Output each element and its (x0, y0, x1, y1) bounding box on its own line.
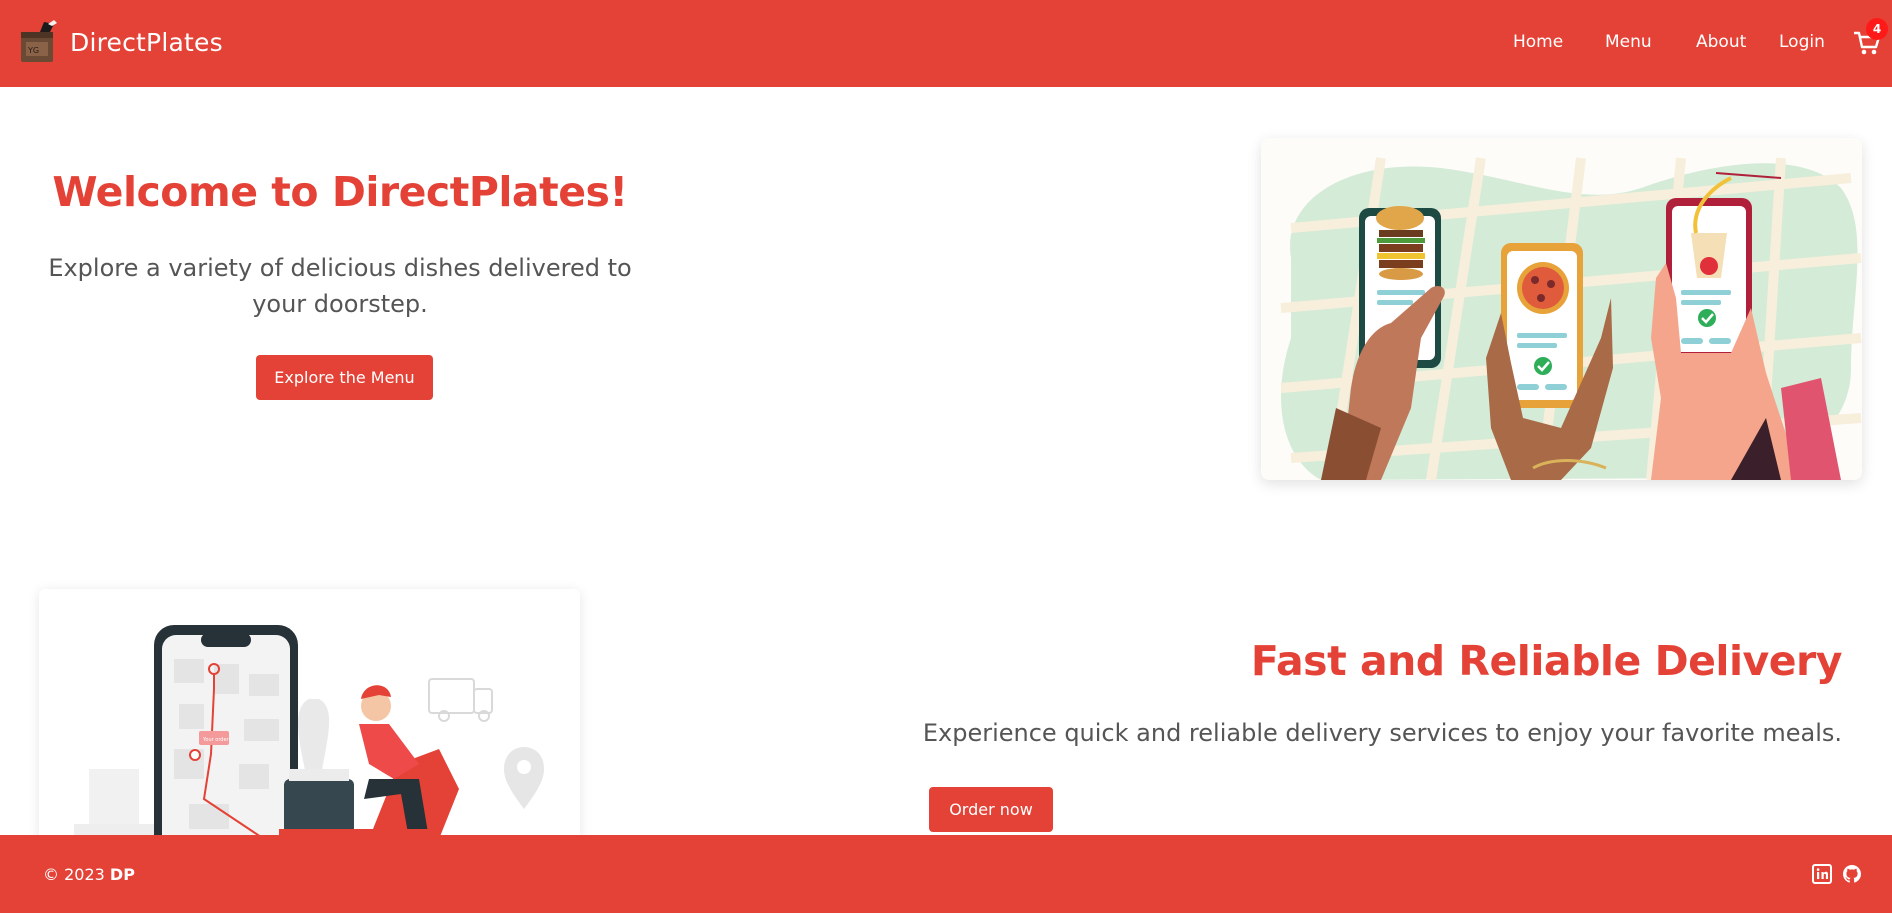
cart-count-badge: 4 (1866, 18, 1888, 40)
svg-text:YG: YG (27, 46, 39, 55)
footer: © 2023 DP (0, 835, 1892, 913)
navbar: YG DirectPlates Home Menu About Login 4 (0, 0, 1892, 87)
nav-login[interactable]: Login (1779, 30, 1825, 54)
linkedin-icon[interactable] (1812, 864, 1832, 884)
github-icon[interactable] (1842, 864, 1862, 884)
brand-link[interactable]: YG DirectPlates (18, 17, 223, 67)
nav-about[interactable]: About (1696, 30, 1746, 54)
nav-home[interactable]: Home (1513, 30, 1563, 54)
delivery-illustration: Your order (39, 589, 580, 839)
hero-subtitle: Explore a variety of delicious dishes de… (48, 254, 632, 318)
brand-name: DirectPlates (70, 27, 223, 57)
nav-menu[interactable]: Menu (1605, 30, 1652, 54)
copyright-prefix: © 2023 (43, 865, 105, 884)
food-bag-logo: YG (21, 20, 57, 62)
hero-illustration (1261, 138, 1862, 480)
delivery-subtitle: Experience quick and reliable delivery s… (922, 719, 1842, 747)
order-now-button[interactable]: Order now (929, 787, 1053, 832)
copyright-brand: DP (109, 865, 135, 884)
delivery-title: Fast and Reliable Delivery (1250, 637, 1843, 685)
hero-title: Welcome to DirectPlates! (52, 168, 628, 216)
explore-menu-button[interactable]: Explore the Menu (256, 355, 433, 400)
copyright: © 2023 DP (43, 865, 135, 884)
map-order-label: Your order (202, 737, 230, 743)
